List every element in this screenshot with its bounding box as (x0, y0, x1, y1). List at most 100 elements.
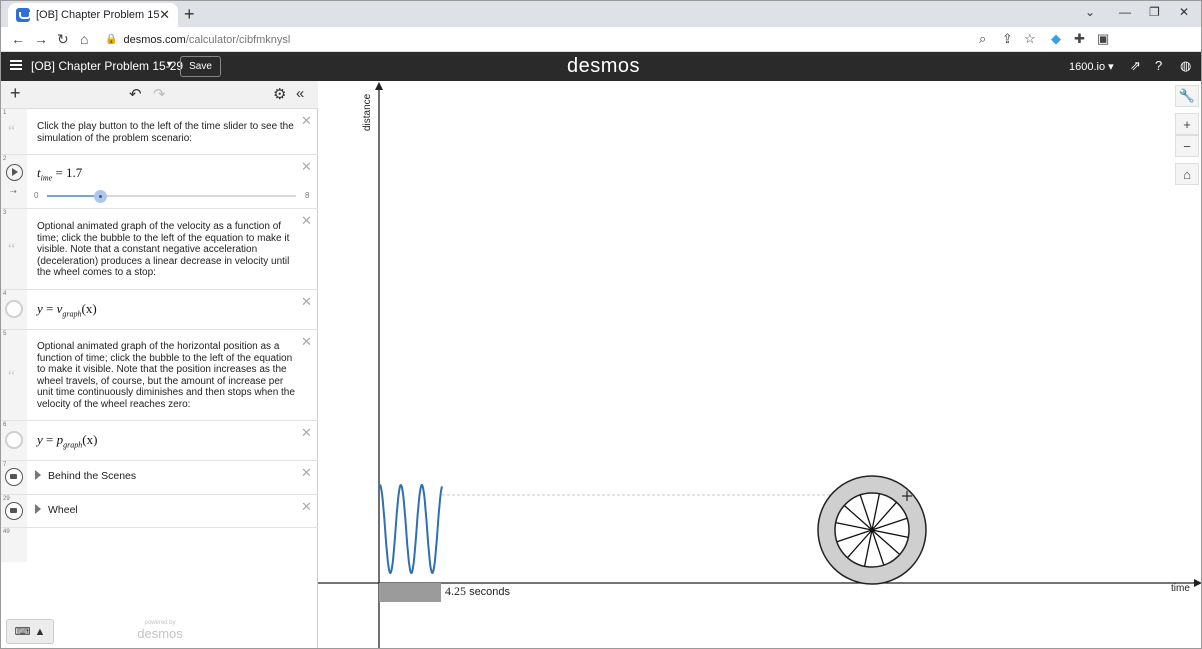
side-panel-icon[interactable]: ▣ (1097, 31, 1109, 47)
reload-icon[interactable]: ↻ (57, 31, 69, 48)
row-gutter: 2 ⇢ (1, 155, 27, 208)
slider-min[interactable]: 0 (34, 191, 38, 200)
expression-row[interactable]: 6 y = pgraph(x) ✕ (1, 421, 318, 461)
powered-by-desmos[interactable]: powered by desmos (135, 620, 185, 641)
keyboard-icon: ⌨ (14, 626, 31, 638)
zoom-out-button[interactable]: − (1175, 135, 1199, 157)
time-readout: 4.25 seconds (445, 584, 511, 598)
row-gutter: 5 “ (1, 330, 27, 420)
expand-triangle-icon[interactable] (35, 504, 41, 514)
browser-tab-bar: [OB] Chapter Problem 15-29 ✕ + ⌄ — ❐ ✕ (1, 1, 1201, 27)
note-text: Optional animated graph of the horizonta… (37, 341, 295, 410)
play-icon[interactable] (6, 164, 23, 181)
delete-row-icon[interactable]: ✕ (301, 499, 312, 515)
delete-row-icon[interactable]: ✕ (301, 294, 312, 310)
slider-max[interactable]: 8 (305, 191, 309, 200)
delete-row-icon[interactable]: ✕ (301, 334, 312, 350)
row-number: 4 (3, 291, 7, 297)
delete-row-icon[interactable]: ✕ (301, 213, 312, 229)
velocity-expression[interactable]: y = vgraph(x) (37, 301, 97, 319)
delete-row-icon[interactable]: ✕ (301, 425, 312, 441)
row-number: 2 (3, 156, 7, 162)
x-axis-label: time (1171, 583, 1190, 594)
delete-row-icon[interactable]: ✕ (301, 159, 312, 175)
delete-row-icon[interactable]: ✕ (301, 113, 312, 129)
row-gutter: 4 (1, 290, 27, 329)
new-tab-icon[interactable]: + (184, 4, 195, 25)
delete-row-icon[interactable]: ✕ (301, 465, 312, 481)
time-bar (379, 583, 441, 602)
caret-down-icon[interactable]: ▼ (165, 59, 174, 69)
note-row[interactable]: 1 “ Click the play button to the left of… (1, 109, 318, 155)
folder-row[interactable]: 7 Behind the Scenes ✕ (1, 461, 318, 495)
home-icon[interactable]: ⌂ (80, 31, 88, 47)
visibility-toggle[interactable] (5, 300, 23, 318)
add-item-icon[interactable]: + (10, 83, 21, 104)
slider-expression[interactable]: time = 1.7 (37, 165, 82, 183)
note-row[interactable]: 5 “ Optional animated graph of the horiz… (1, 330, 318, 421)
loop-icon[interactable]: ⇢ (10, 187, 17, 196)
keyboard-toggle-button[interactable]: ⌨ ▲ (6, 619, 54, 644)
position-expression[interactable]: y = pgraph(x) (37, 432, 97, 450)
share-icon[interactable]: ⇪ (1002, 31, 1013, 47)
graph-canvas[interactable] (318, 81, 1202, 649)
x-axis-arrow-icon (1194, 579, 1201, 587)
note-quote-icon: “ (8, 241, 16, 258)
y-axis-label: distance (362, 93, 373, 131)
url-field[interactable]: 🔒 desmos.com/calculator/cibfmknysl (105, 30, 1105, 49)
back-icon[interactable]: ← (11, 31, 25, 47)
undo-icon[interactable]: ↶ (129, 85, 142, 103)
minimize-icon[interactable]: — (1119, 5, 1131, 19)
note-row[interactable]: 3 “ Optional animated graph of the veloc… (1, 209, 318, 290)
tab-close-icon[interactable]: ✕ (159, 7, 170, 23)
forward-icon[interactable]: → (34, 31, 48, 47)
collapse-list-icon[interactable]: « (296, 85, 304, 102)
row-number: 7 (3, 462, 7, 468)
expand-triangle-icon[interactable] (35, 470, 41, 480)
extension-diamond-icon[interactable]: ◆ (1051, 31, 1061, 47)
help-icon[interactable]: ? (1155, 58, 1162, 73)
wheel[interactable] (817, 475, 927, 585)
language-globe-icon[interactable]: ◍ (1180, 58, 1191, 74)
graph-settings-wrench-icon[interactable]: 🔧 (1175, 85, 1199, 107)
graph-title[interactable]: [OB] Chapter Problem 15-29 (31, 59, 183, 73)
share-graph-icon[interactable]: ⇗ (1130, 58, 1141, 74)
extensions-puzzle-icon[interactable]: ✚ (1074, 31, 1085, 47)
expression-row[interactable]: 4 y = vgraph(x) ✕ (1, 290, 318, 330)
new-expression-row[interactable]: 49 (1, 528, 318, 562)
tab-search-chevron-icon[interactable]: ⌄ (1085, 5, 1095, 19)
visibility-toggle[interactable] (5, 431, 23, 449)
save-button[interactable]: Save (180, 56, 221, 77)
desmos-logo: desmos (567, 55, 641, 77)
slider-row[interactable]: 2 ⇢ time = 1.7 0 8 ✕ (1, 155, 318, 209)
folder-icon[interactable] (5, 468, 23, 486)
screen: [OB] Chapter Problem 15-29 ✕ + ⌄ — ❐ ✕ ←… (0, 0, 1202, 649)
folder-row[interactable]: 29 Wheel ✕ (1, 495, 318, 528)
time-slider[interactable] (47, 190, 296, 203)
graph-paper[interactable]: distance time 4.25 seconds 🔧 + − ⌂ (318, 81, 1202, 649)
folder-icon[interactable] (5, 502, 23, 520)
slider-fill (47, 195, 100, 197)
url-host: desmos.com (123, 33, 186, 46)
bookmark-star-icon[interactable]: ☆ (1024, 31, 1036, 47)
account-menu[interactable]: 1600.io ▾ (1069, 60, 1114, 73)
row-number: 29 (3, 496, 10, 502)
row-gutter: 29 (1, 495, 27, 527)
lock-icon: 🔒 (105, 34, 118, 45)
default-view-home-icon[interactable]: ⌂ (1175, 163, 1199, 185)
browser-tab[interactable]: [OB] Chapter Problem 15-29 ✕ (8, 3, 178, 27)
redo-icon[interactable]: ↷ (153, 85, 166, 103)
zoom-in-button[interactable]: + (1175, 113, 1199, 135)
url-path: /calculator/cibfmknysl (185, 33, 291, 46)
zoom-icon[interactable]: ⌕ (979, 31, 986, 47)
close-window-icon[interactable]: ✕ (1179, 5, 1189, 19)
row-gutter: 49 (1, 528, 27, 562)
settings-gear-icon[interactable]: ⚙ (273, 85, 286, 103)
note-quote-icon: “ (8, 368, 16, 385)
restore-icon[interactable]: ❐ (1149, 5, 1160, 19)
row-gutter: 6 (1, 421, 27, 460)
slider-handle[interactable] (93, 190, 107, 203)
tab-title: [OB] Chapter Problem 15-29 (36, 9, 160, 21)
desmos-header: [OB] Chapter Problem 15-29 ▼ Save desmos… (1, 52, 1201, 81)
menu-icon[interactable] (10, 60, 22, 70)
